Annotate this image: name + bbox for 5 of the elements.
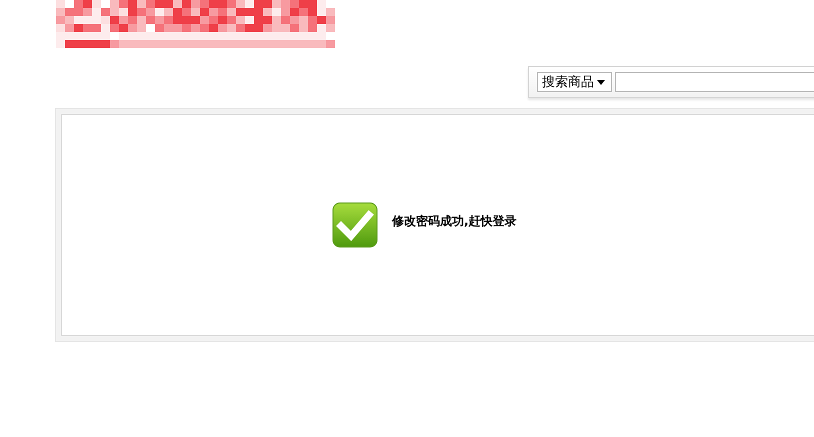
checkmark-icon [332, 202, 378, 248]
caret-icon [597, 80, 605, 84]
search-scope-dropdown[interactable]: 搜索商品 [537, 72, 612, 92]
search-field[interactable] [615, 72, 814, 92]
message-text: 修改密码成功,赶快登录 [392, 212, 517, 230]
